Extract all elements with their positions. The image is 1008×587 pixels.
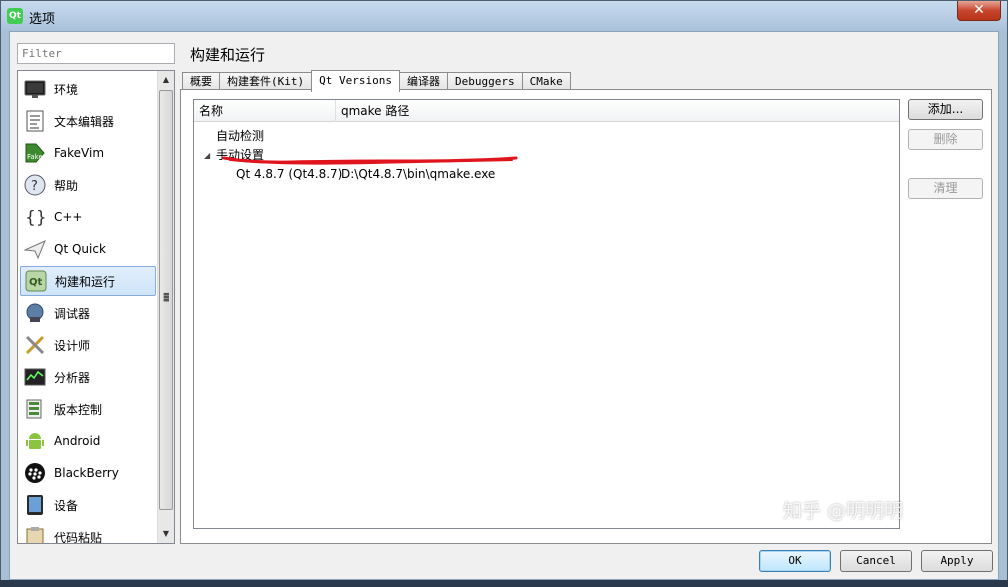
svg-text:{}: {}: [25, 208, 46, 228]
svg-text:?: ?: [31, 179, 38, 194]
sidebar-item-devices[interactable]: 设备: [20, 490, 156, 520]
window-title: 选项: [29, 12, 56, 27]
options-window: Qt 选项 ✕ 环境 文本编辑器 Fake: [0, 0, 1008, 587]
sidebar-item-help[interactable]: ? 帮助: [20, 170, 156, 200]
tree-item-qmake-path: D:\Qt4.8.7\bin\qmake.exe: [341, 167, 496, 181]
taskbar-strip: [0, 580, 1008, 587]
page-title: 构建和运行: [190, 46, 266, 64]
grip-icon: ▬ ▬ ▬: [163, 290, 170, 304]
tree-item-auto-detected[interactable]: 自动检测: [216, 127, 264, 146]
android-icon: [24, 430, 46, 452]
text-document-icon: [24, 110, 46, 132]
sidebar-item-debugger[interactable]: 调试器: [20, 298, 156, 328]
sidebar-item-analyzer[interactable]: 分析器: [20, 362, 156, 392]
sidebar-scrollbar[interactable]: ▲ ▬ ▬ ▬ ▼: [157, 71, 174, 543]
device-icon: [24, 494, 46, 516]
column-header-qmake-path[interactable]: qmake 路径: [336, 100, 896, 122]
braces-icon: {}: [24, 206, 46, 228]
qt-build-icon: Qt: [25, 270, 47, 292]
tree-header: 名称 qmake 路径: [194, 100, 899, 122]
svg-text:Fake: Fake: [27, 153, 43, 161]
apply-button[interactable]: Apply: [921, 550, 993, 572]
monitor-icon: [24, 78, 46, 100]
title-bar[interactable]: Qt 选项 ✕: [1, 1, 1007, 31]
designer-tools-icon: [24, 334, 46, 356]
fakevim-icon: Fake: [24, 142, 46, 164]
filter-input[interactable]: [17, 43, 175, 64]
watermark: 知乎 @明明明: [783, 500, 904, 522]
code-paste-icon: [24, 526, 46, 543]
sidebar-item-fakevim[interactable]: Fake FakeVim: [20, 138, 156, 168]
sidebar-item-version-control[interactable]: 版本控制: [20, 394, 156, 424]
tab-bar: 概要 构建套件(Kit) Qt Versions 编译器 Debuggers C…: [182, 70, 571, 92]
category-list: 环境 文本编辑器 Fake FakeVim ? 帮助 {} C++ Qt Qui…: [17, 70, 175, 544]
column-header-name[interactable]: 名称: [194, 100, 336, 122]
ok-button[interactable]: OK: [759, 550, 831, 572]
expand-arrow-icon[interactable]: ◢: [204, 146, 210, 165]
remove-button[interactable]: 删除: [908, 129, 983, 150]
red-underline-annotation: [222, 156, 518, 165]
sidebar-item-text-editor[interactable]: 文本编辑器: [20, 106, 156, 136]
tree-item-qt-version-name[interactable]: Qt 4.8.7 (Qt4.8.7): [236, 165, 342, 184]
qt-logo-icon: Qt: [7, 8, 23, 24]
version-control-icon: [24, 398, 46, 420]
help-icon: ?: [24, 174, 46, 196]
sidebar-item-qt-quick[interactable]: Qt Quick: [20, 234, 156, 264]
qt-versions-tree[interactable]: 名称 qmake 路径 自动检测 ◢ 手动设置 Qt 4.8.7 (Qt4.8.…: [193, 99, 900, 529]
sidebar-item-code-paste[interactable]: 代码粘贴: [20, 522, 156, 543]
paper-plane-icon: [24, 238, 46, 260]
sidebar-item-android[interactable]: Android: [20, 426, 156, 456]
qt-versions-panel: 名称 qmake 路径 自动检测 ◢ 手动设置 Qt 4.8.7 (Qt4.8.…: [180, 89, 992, 544]
svg-text:Qt: Qt: [29, 277, 43, 288]
close-button[interactable]: ✕: [957, 1, 1001, 21]
clean-button[interactable]: 清理: [908, 178, 983, 199]
cancel-button[interactable]: Cancel: [840, 550, 912, 572]
blackberry-icon: [24, 462, 46, 484]
sidebar-item-cpp[interactable]: {} C++: [20, 202, 156, 232]
sidebar-item-designer[interactable]: 设计师: [20, 330, 156, 360]
scroll-up-icon[interactable]: ▲: [158, 71, 174, 88]
tab-qt-versions[interactable]: Qt Versions: [311, 70, 400, 92]
analyzer-icon: [24, 366, 46, 388]
debugger-icon: [24, 302, 46, 324]
add-button[interactable]: 添加...: [908, 99, 983, 120]
sidebar-item-blackberry[interactable]: BlackBerry: [20, 458, 156, 488]
scroll-down-icon[interactable]: ▼: [158, 525, 174, 542]
sidebar-item-build-run[interactable]: Qt 构建和运行: [20, 266, 156, 296]
sidebar-item-environment[interactable]: 环境: [20, 74, 156, 104]
scrollbar-thumb[interactable]: ▬ ▬ ▬: [159, 90, 173, 510]
